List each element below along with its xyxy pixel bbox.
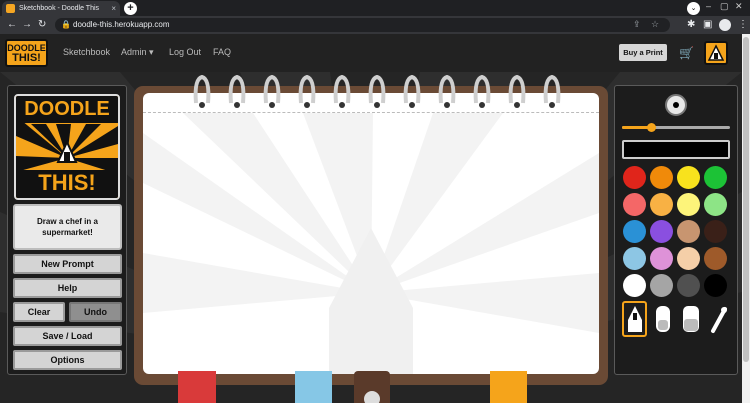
page-perforation [143, 112, 599, 113]
watermark-logo [143, 113, 599, 374]
extensions-icon[interactable]: ✱ [687, 19, 695, 30]
spiral-ring [543, 74, 561, 108]
color-swatch[interactable] [623, 274, 646, 297]
brush-size-preview [665, 94, 687, 116]
favicon-icon [6, 4, 15, 13]
nav-link-faq[interactable]: FAQ [213, 47, 231, 57]
spiral-ring [438, 74, 456, 108]
color-swatch[interactable] [650, 247, 673, 270]
options-button[interactable]: Options [13, 350, 122, 370]
tab-title: Sketchbook - Doodle This [19, 5, 100, 12]
brand-line2: THIS! [12, 51, 41, 64]
spiral-ring [298, 74, 316, 108]
bookmark-star-icon[interactable]: ☆ [651, 19, 659, 30]
bookmark-tab-blue[interactable] [295, 371, 332, 403]
spiral-ring [193, 74, 211, 108]
save-load-button[interactable]: Save / Load [13, 326, 122, 346]
site-navbar: DOODLE THIS! Sketchbook Admin ▾ Log Out … [0, 34, 750, 72]
bookmark-tab-orange[interactable] [490, 371, 527, 403]
page-scrollbar[interactable] [742, 34, 750, 403]
maximize-icon[interactable]: ▢ [720, 1, 729, 12]
color-swatch[interactable] [677, 247, 700, 270]
eraser-large-tool-button[interactable] [678, 301, 703, 337]
brush-size-slider[interactable] [622, 123, 730, 132]
profile-avatar-icon[interactable] [719, 19, 731, 31]
color-swatch[interactable] [704, 193, 727, 216]
close-tab-icon[interactable]: × [111, 4, 116, 13]
brand-line1: DOODLE [7, 42, 46, 53]
scrollbar-thumb[interactable] [743, 37, 749, 362]
right-panel [614, 85, 738, 375]
spiral-ring [403, 74, 421, 108]
logo-line2: THIS! [38, 170, 96, 195]
color-swatch[interactable] [677, 220, 700, 243]
color-swatch[interactable] [704, 274, 727, 297]
spiral-ring [228, 74, 246, 108]
buy-print-button[interactable]: Buy a Print [619, 44, 667, 61]
browser-tab-strip: Sketchbook - Doodle This × + ⌄ – ▢ ✕ [0, 0, 750, 16]
eyedropper-icon [710, 307, 727, 333]
back-icon[interactable]: ← [7, 19, 17, 31]
color-swatch[interactable] [650, 193, 673, 216]
eraser-icon [655, 306, 670, 332]
color-swatch[interactable] [623, 247, 646, 270]
cart-icon[interactable]: 🛒 [679, 46, 694, 60]
browser-menu-icon[interactable]: ⋮ [738, 19, 748, 30]
pencil-tool-button[interactable] [622, 301, 647, 337]
side-panel-icon[interactable]: ▣ [703, 19, 712, 30]
spiral-ring [473, 74, 491, 108]
bookmark-tab-red[interactable] [178, 371, 216, 403]
bookmark-tab-brown[interactable] [354, 371, 390, 403]
color-swatch[interactable] [677, 274, 700, 297]
current-color-display [622, 140, 730, 159]
color-swatch[interactable] [704, 247, 727, 270]
brand-logo[interactable]: DOODLE THIS! [5, 39, 48, 67]
color-swatch[interactable] [677, 193, 700, 216]
tab-ring-icon [364, 391, 380, 403]
color-swatch[interactable] [623, 193, 646, 216]
forward-icon[interactable]: → [22, 19, 32, 31]
new-prompt-button[interactable]: New Prompt [13, 254, 122, 274]
spiral-ring [263, 74, 281, 108]
browser-tab[interactable]: Sketchbook - Doodle This × [2, 1, 120, 16]
new-tab-button[interactable]: + [124, 2, 137, 15]
logo-line1: DOODLE [24, 98, 110, 120]
window-close-icon[interactable]: ✕ [735, 1, 743, 12]
color-swatch[interactable] [623, 220, 646, 243]
share-icon[interactable]: ⇪ [633, 19, 641, 30]
doodle-this-logo: DOODLE THIS! [14, 94, 120, 200]
drawing-canvas[interactable] [143, 93, 599, 374]
eyedropper-tool-button[interactable] [706, 301, 731, 337]
minimize-icon[interactable]: – [706, 1, 711, 11]
reload-icon[interactable]: ↻ [38, 19, 46, 31]
url-text[interactable]: doodle-this.herokuapp.com [73, 20, 170, 29]
spiral-ring [368, 74, 386, 108]
nav-link-admin[interactable]: Admin ▾ [121, 47, 154, 58]
help-button[interactable]: Help [13, 278, 122, 298]
spiral-ring [508, 74, 526, 108]
color-swatch[interactable] [623, 166, 646, 189]
address-bar[interactable]: 🔒 doodle-this.herokuapp.com ⇪ ☆ [55, 18, 670, 32]
lock-icon[interactable]: 🔒 [61, 20, 71, 29]
browser-toolbar: ← → ↻ 🔒 doodle-this.herokuapp.com ⇪ ☆ ✱ … [0, 16, 750, 34]
eraser-icon [682, 306, 699, 332]
drawing-prompt: Draw a chef in a supermarket! [13, 204, 122, 250]
user-avatar[interactable] [704, 41, 728, 65]
spiral-ring [333, 74, 351, 108]
brush-size-slider-handle[interactable] [647, 123, 657, 132]
left-panel: DOODLE THIS! Draw a chef in a supermarke… [7, 85, 127, 375]
nav-link-logout[interactable]: Log Out [169, 47, 201, 57]
clear-button[interactable]: Clear [13, 302, 65, 322]
color-swatch[interactable] [704, 220, 727, 243]
nav-link-sketchbook[interactable]: Sketchbook [63, 47, 110, 57]
tab-search-button[interactable]: ⌄ [687, 2, 700, 15]
color-swatch[interactable] [677, 166, 700, 189]
color-swatch[interactable] [650, 166, 673, 189]
color-swatch[interactable] [704, 166, 727, 189]
undo-button[interactable]: Undo [69, 302, 122, 322]
pencil-icon [627, 306, 642, 332]
color-swatch[interactable] [650, 274, 673, 297]
eraser-tool-button[interactable] [650, 301, 675, 337]
color-swatch[interactable] [650, 220, 673, 243]
